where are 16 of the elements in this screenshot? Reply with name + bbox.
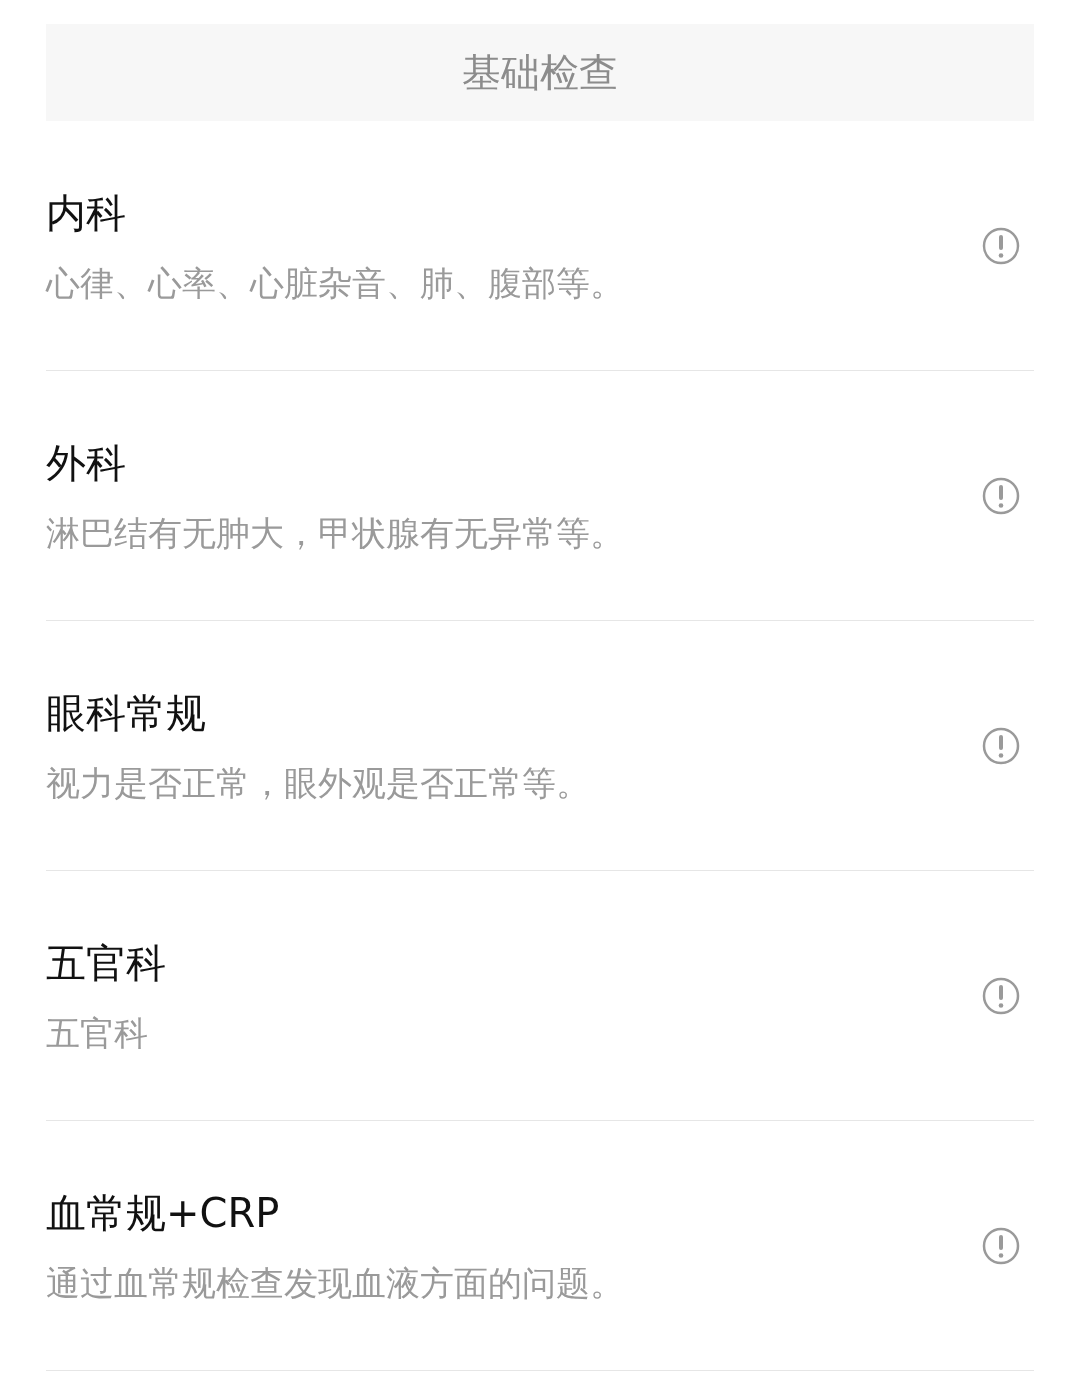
exam-title: 血常规+CRP xyxy=(46,1188,281,1237)
info-icon[interactable] xyxy=(982,476,1020,515)
exam-title: 五官科 xyxy=(46,938,167,987)
exam-description: 心律、心率、心脏杂音、肺、腹部等。 xyxy=(46,261,625,305)
exam-title: 内科 xyxy=(46,188,127,237)
exam-description: 视力是否正常，眼外观是否正常等。 xyxy=(46,761,591,805)
exam-title: 眼科常规 xyxy=(46,688,207,737)
exam-title: 外科 xyxy=(46,438,127,487)
exam-description: 通过血常规检查发现血液方面的问题。 xyxy=(46,1261,625,1305)
info-icon[interactable] xyxy=(982,976,1020,1015)
exam-description: 淋巴结有无肿大，甲状腺有无异常等。 xyxy=(46,511,625,555)
info-icon[interactable] xyxy=(982,726,1020,765)
info-icon[interactable] xyxy=(982,226,1020,265)
exam-description: 五官科 xyxy=(46,1011,149,1055)
section-title: 基础检查 xyxy=(462,48,618,97)
info-icon[interactable] xyxy=(982,1226,1020,1265)
